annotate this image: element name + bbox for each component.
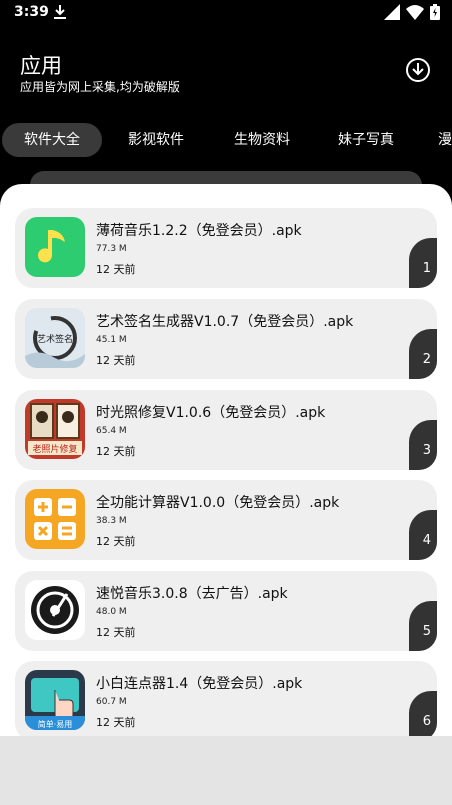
tab-comics[interactable]: 漫: [438, 123, 452, 157]
page-title: 应用: [20, 54, 62, 78]
wifi-icon: [406, 5, 424, 20]
app-size: 77.3 M: [96, 244, 127, 254]
icon-text: 老照片修复: [32, 443, 77, 455]
battery-icon: [430, 4, 440, 20]
tab-video[interactable]: 影视软件: [116, 123, 196, 157]
app-list-sheet: 薄荷音乐1.2.2（免登会员）.apk 77.3 M 12 天前 1 艺术签名 …: [0, 184, 452, 736]
vinyl-record-icon: [25, 580, 85, 640]
icon-text: 简单·易用: [38, 719, 73, 729]
tab-photos[interactable]: 妹子写真: [326, 123, 406, 157]
index-number: 3: [422, 443, 431, 458]
app-name: 全功能计算器V1.0.0（免登会员）.apk: [96, 495, 340, 511]
app-name: 艺术签名生成器V1.0.7（免登会员）.apk: [96, 314, 354, 330]
music-note-icon: [25, 217, 85, 277]
app-bar: 应用 应用皆为网上采集,均为破解版: [0, 46, 452, 106]
tap-hand-icon: 简单·易用: [25, 670, 85, 730]
signature-art-icon: 艺术签名: [25, 308, 85, 368]
app-time: 12 天前: [96, 263, 136, 276]
icon-text: 艺术签名: [37, 333, 73, 345]
app-time: 12 天前: [96, 626, 136, 639]
download-status-icon: [54, 5, 66, 19]
index-number: 6: [422, 714, 431, 729]
app-name: 速悦音乐3.0.8（去广告）.apk: [96, 586, 288, 602]
index-number: 2: [422, 352, 431, 367]
app-size: 65.4 M: [96, 426, 127, 436]
app-name: 小白连点器1.4（免登会员）.apk: [96, 676, 303, 692]
app-size: 48.0 M: [96, 607, 127, 617]
page-subtitle: 应用皆为网上采集,均为破解版: [20, 80, 180, 94]
index-number: 1: [422, 261, 431, 276]
status-bar: 3:39: [0, 0, 452, 26]
app-size: 38.3 M: [96, 516, 127, 526]
app-time: 12 天前: [96, 716, 136, 729]
list-item[interactable]: 速悦音乐3.0.8（去广告）.apk 48.0 M 12 天前 5: [15, 571, 437, 651]
tab-software[interactable]: 软件大全: [2, 123, 102, 157]
photo-restore-icon: 老照片修复: [25, 399, 85, 459]
tab-biology[interactable]: 生物资料: [222, 123, 302, 157]
list-item[interactable]: 简单·易用 小白连点器1.4（免登会员）.apk 60.7 M 12 天前 6: [15, 661, 437, 736]
index-number: 5: [422, 624, 431, 639]
app-size: 60.7 M: [96, 697, 127, 707]
list-item[interactable]: 薄荷音乐1.2.2（免登会员）.apk 77.3 M 12 天前 1: [15, 208, 437, 288]
calculator-icon: [25, 489, 85, 549]
app-name: 薄荷音乐1.2.2（免登会员）.apk: [96, 223, 302, 239]
signal-icon: [384, 4, 400, 20]
category-tabs: 软件大全 影视软件 生物资料 妹子写真 漫: [0, 123, 452, 159]
index-number: 4: [422, 533, 431, 548]
app-time: 12 天前: [96, 535, 136, 548]
app-time: 12 天前: [96, 445, 136, 458]
app-name: 时光照修复V1.0.6（免登会员）.apk: [96, 405, 326, 421]
list-item[interactable]: 艺术签名 艺术签名生成器V1.0.7（免登会员）.apk 45.1 M 12 天…: [15, 299, 437, 379]
status-time: 3:39: [14, 4, 49, 20]
download-button[interactable]: [404, 56, 432, 84]
app-time: 12 天前: [96, 354, 136, 367]
app-size: 45.1 M: [96, 335, 127, 345]
list-item[interactable]: 老照片修复 时光照修复V1.0.6（免登会员）.apk 65.4 M 12 天前…: [15, 390, 437, 470]
list-item[interactable]: 全功能计算器V1.0.0（免登会员）.apk 38.3 M 12 天前 4: [15, 480, 437, 560]
bottom-placeholder: [0, 736, 452, 805]
